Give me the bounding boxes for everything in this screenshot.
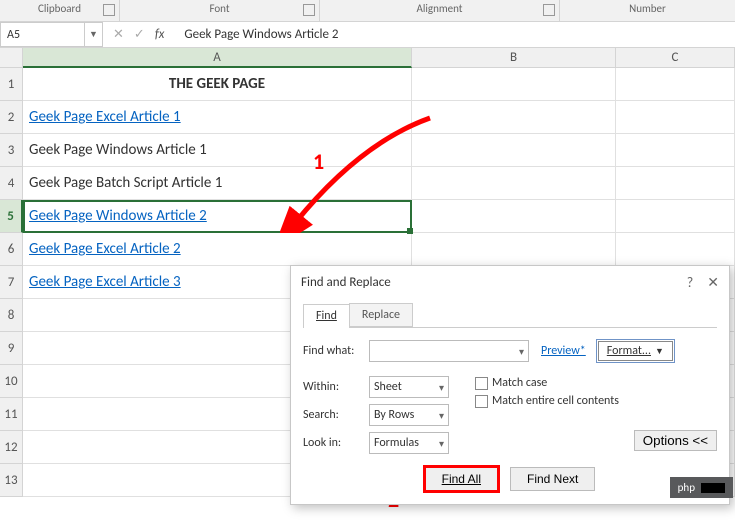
tab-replace[interactable]: Replace (349, 303, 413, 327)
launcher-icon[interactable] (103, 4, 115, 16)
row-header[interactable]: 4 (0, 167, 23, 200)
cell-a2[interactable]: Geek Page Excel Article 1 (23, 101, 412, 134)
cell-a3[interactable]: Geek Page Windows Article 1 (23, 134, 412, 167)
chevron-down-icon[interactable]: ▾ (439, 437, 444, 450)
cell-a4[interactable]: Geek Page Batch Script Article 1 (23, 167, 412, 200)
match-case-checkbox[interactable]: Match case (475, 376, 619, 390)
find-what-label: Find what: (303, 344, 361, 358)
help-icon[interactable]: ? (687, 274, 694, 291)
cell-a5[interactable]: Geek Page Windows Article 2 (23, 200, 412, 233)
row-header[interactable]: 13 (0, 464, 23, 497)
dialog-title: Find and Replace (301, 275, 391, 290)
launcher-icon[interactable] (543, 4, 555, 16)
column-headers: A B C (0, 48, 735, 68)
ribbon-group-labels: Clipboard Font Alignment Number (0, 0, 735, 22)
cell-c3[interactable] (616, 134, 735, 167)
select-all-corner[interactable] (0, 48, 23, 68)
tab-find[interactable]: Find (303, 304, 350, 328)
row-header[interactable]: 6 (0, 233, 23, 266)
row-header[interactable]: 10 (0, 365, 23, 398)
dialog-titlebar: Find and Replace ? ✕ (291, 266, 729, 299)
cell-a1[interactable]: THE GEEK PAGE (23, 68, 412, 101)
lookin-label: Look in: (303, 436, 361, 450)
name-box-dropdown[interactable]: ▼ (85, 22, 103, 47)
search-label: Search: (303, 408, 361, 422)
row-header[interactable]: 8 (0, 299, 23, 332)
within-label: Within: (303, 380, 361, 394)
column-header-b[interactable]: B (412, 48, 616, 68)
formula-buttons: ✕ ✓ fx (103, 27, 174, 42)
watermark-php: php (670, 477, 733, 498)
ribbon-group-number: Number (560, 0, 735, 21)
ribbon-group-clipboard: Clipboard (0, 0, 120, 21)
column-header-c[interactable]: C (616, 48, 735, 68)
checkbox-icon (475, 377, 488, 390)
find-all-button[interactable]: Find All (425, 467, 498, 491)
formula-bar: A5 ▼ ✕ ✓ fx Geek Page Windows Article 2 (0, 22, 735, 48)
checkbox-icon (475, 395, 488, 408)
name-box[interactable]: A5 (0, 22, 85, 47)
row-header[interactable]: 7 (0, 266, 23, 299)
cell-b6[interactable] (412, 233, 616, 266)
chevron-down-icon[interactable]: ▼ (655, 346, 664, 357)
row-header[interactable]: 3 (0, 134, 23, 167)
close-icon[interactable]: ✕ (707, 274, 719, 291)
within-select[interactable]: Sheet▾ (369, 376, 449, 398)
row-header[interactable]: 9 (0, 332, 23, 365)
row-header[interactable]: 11 (0, 398, 23, 431)
row-header[interactable]: 1 (0, 68, 23, 101)
cell-b4[interactable] (412, 167, 616, 200)
search-select[interactable]: By Rows▾ (369, 404, 449, 426)
enter-icon[interactable]: ✓ (134, 27, 145, 42)
ribbon-group-alignment: Alignment (320, 0, 560, 21)
dialog-tabs: Find Replace (303, 303, 717, 328)
formula-input[interactable]: Geek Page Windows Article 2 (174, 27, 735, 42)
find-what-input[interactable]: ▾ (369, 340, 529, 362)
row-header[interactable]: 12 (0, 431, 23, 464)
cell-b1[interactable] (412, 68, 616, 101)
cell-c5[interactable] (616, 200, 735, 233)
row-header[interactable]: 2 (0, 101, 23, 134)
chevron-down-icon[interactable]: ▾ (439, 409, 444, 422)
options-button[interactable]: Options << (634, 430, 717, 451)
cell-b2[interactable] (412, 101, 616, 134)
format-button[interactable]: Format...▼ (598, 341, 673, 361)
row-header[interactable]: 5 (0, 200, 23, 233)
find-replace-dialog: Find and Replace ? ✕ Find Replace Find w… (290, 265, 730, 505)
cell-b3[interactable] (412, 134, 616, 167)
fx-icon[interactable]: fx (155, 27, 165, 42)
cell-a6[interactable]: Geek Page Excel Article 2 (23, 233, 412, 266)
cancel-icon[interactable]: ✕ (113, 27, 124, 42)
cell-c4[interactable] (616, 167, 735, 200)
column-header-a[interactable]: A (23, 48, 412, 68)
format-preview: Preview* (537, 344, 590, 358)
cell-c6[interactable] (616, 233, 735, 266)
ribbon-group-font: Font (120, 0, 320, 21)
watermark-block (701, 483, 725, 493)
cell-b5[interactable] (412, 200, 616, 233)
lookin-select[interactable]: Formulas▾ (369, 432, 449, 454)
chevron-down-icon[interactable]: ▾ (519, 345, 524, 358)
find-next-button[interactable]: Find Next (510, 467, 595, 491)
cell-c1[interactable] (616, 68, 735, 101)
cell-c2[interactable] (616, 101, 735, 134)
launcher-icon[interactable] (303, 4, 315, 16)
match-entire-checkbox[interactable]: Match entire cell contents (475, 394, 619, 408)
chevron-down-icon[interactable]: ▾ (439, 381, 444, 394)
